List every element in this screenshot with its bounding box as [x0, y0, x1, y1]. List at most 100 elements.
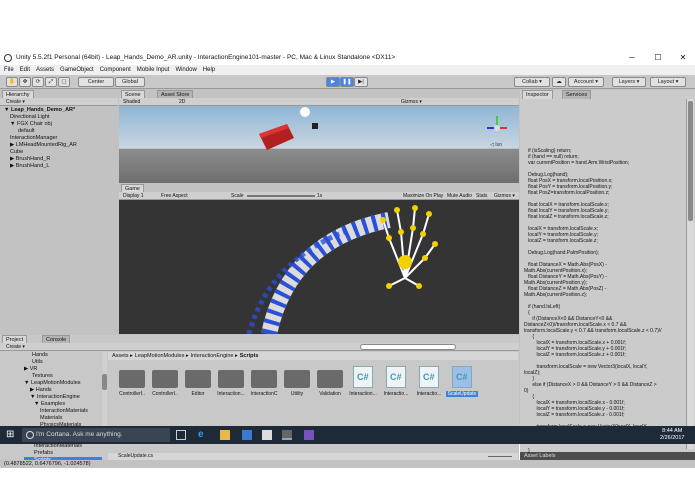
game-viewport[interactable]	[119, 200, 519, 334]
mail-icon[interactable]	[262, 430, 272, 440]
project-tree-item[interactable]: Hands	[24, 352, 102, 359]
task-view-icon[interactable]	[176, 430, 186, 440]
display-dropdown[interactable]: Display 1	[123, 193, 144, 199]
folder-icon[interactable]	[284, 370, 310, 388]
asset-label[interactable]: Interactio...	[413, 391, 445, 397]
hierarchy-item[interactable]: InteractionManager	[4, 135, 116, 142]
windows-start-icon[interactable]: ⊞	[6, 430, 16, 440]
project-create-button[interactable]: Create ▾	[6, 344, 25, 350]
menu-gameobject[interactable]: GameObject	[60, 67, 94, 73]
asset-label[interactable]: ControllerI..	[116, 391, 148, 397]
project-tree-item[interactable]: ▶ VR	[24, 366, 102, 373]
scene-persp-label[interactable]: ◁ Iso	[490, 142, 502, 148]
menu-window[interactable]: Window	[175, 67, 196, 73]
pivot-global-button[interactable]: Global	[115, 77, 145, 87]
asset-label[interactable]: Interactio...	[380, 391, 412, 397]
aspect-dropdown[interactable]: Free Aspect	[161, 192, 188, 200]
tab-services[interactable]: Services	[562, 90, 592, 99]
menu-help[interactable]: Help	[203, 67, 215, 73]
play-button[interactable]: ▶	[326, 77, 340, 87]
2d-toggle[interactable]: 2D	[179, 98, 185, 106]
hierarchy-item[interactable]: Directional Light	[4, 114, 116, 121]
hierarchy-item[interactable]: ▶ BrushHand_L	[4, 163, 116, 170]
project-tree-item[interactable]: Prefabs	[24, 450, 102, 457]
layers-dropdown[interactable]: Layers ▾	[612, 77, 646, 87]
scene-viewport[interactable]: ◁ Iso	[119, 106, 519, 183]
asset-label[interactable]: Interaction...	[347, 391, 379, 397]
asset-label[interactable]: InteractionC	[248, 391, 280, 397]
cloud-icon[interactable]: ☁	[552, 77, 566, 87]
folder-icon[interactable]	[218, 370, 244, 388]
collab-dropdown[interactable]: Collab ▾	[514, 77, 550, 87]
asset-label[interactable]: ControllerI..	[149, 391, 181, 397]
csharp-script-icon[interactable]: C#	[386, 366, 406, 388]
asset-label[interactable]: Interaction...	[215, 391, 247, 397]
stats-toggle[interactable]: Stats	[476, 192, 487, 200]
folder-icon[interactable]	[185, 370, 211, 388]
folder-icon[interactable]	[317, 370, 343, 388]
menu-edit[interactable]: Edit	[20, 67, 30, 73]
folder-icon[interactable]	[152, 370, 178, 388]
hierarchy-item[interactable]: default	[4, 128, 116, 135]
store-icon[interactable]	[242, 430, 252, 440]
asset-label[interactable]: ScaleUpdate	[446, 391, 478, 397]
csharp-script-icon[interactable]: C#	[452, 366, 472, 388]
hierarchy-item[interactable]: Cube	[4, 149, 116, 156]
asset-label[interactable]: Utility	[281, 391, 313, 397]
hierarchy-item[interactable]: ▼ FGX Chair obj	[4, 121, 116, 128]
asset-label[interactable]: Validation	[314, 391, 346, 397]
breadcrumb-item[interactable]: Assets	[112, 353, 129, 359]
visual-studio-icon[interactable]	[304, 430, 314, 440]
icon-size-slider[interactable]	[488, 456, 512, 457]
menu-file[interactable]: File	[4, 67, 14, 73]
hierarchy-item[interactable]: ▼ Leap_Hands_Demo_AR*	[4, 107, 116, 114]
hand-tool-button[interactable]: ✋	[6, 77, 18, 87]
layout-dropdown[interactable]: Layout ▾	[650, 77, 686, 87]
project-tree-item[interactable]: ▼ LeapMotionModules	[24, 380, 102, 387]
asset-label[interactable]: Editor	[182, 391, 214, 397]
scale-tool-button[interactable]: ⤢	[45, 77, 57, 87]
step-button[interactable]: ▶|	[354, 77, 368, 87]
pivot-center-button[interactable]: Center	[78, 77, 114, 87]
csharp-script-icon[interactable]: C#	[419, 366, 439, 388]
inspector-scrollbar[interactable]	[686, 99, 694, 449]
scale-slider[interactable]	[247, 195, 315, 197]
shaded-dropdown[interactable]: Shaded	[123, 99, 140, 105]
hierarchy-item[interactable]: ▶ BrushHand_R	[4, 156, 116, 163]
minimize-button[interactable]: ─	[620, 50, 644, 65]
maximize-on-play-toggle[interactable]: Maximize On Play	[403, 192, 443, 200]
game-gizmos-dropdown[interactable]: Gizmos ▾	[494, 192, 515, 200]
folder-icon[interactable]	[251, 370, 277, 388]
folder-icon[interactable]	[119, 370, 145, 388]
cortana-search-input[interactable]: I'm Cortana. Ask me anything.	[22, 428, 170, 442]
project-tree-item[interactable]: ▼ Examples	[24, 401, 102, 408]
menu-mobile-input[interactable]: Mobile Input	[137, 67, 170, 73]
project-tree-item[interactable]: InteractionMaterials	[24, 443, 102, 450]
breadcrumb-item[interactable]: InteractionEngine	[191, 353, 234, 359]
file-explorer-icon[interactable]	[220, 430, 230, 440]
move-tool-button[interactable]: ✥	[19, 77, 31, 87]
chair-object[interactable]	[312, 123, 318, 129]
unity-taskbar-icon[interactable]	[282, 430, 292, 440]
hierarchy-create-button[interactable]: Create ▾	[6, 99, 25, 105]
project-tree-item[interactable]: ▼ InteractionEngine	[24, 394, 102, 401]
project-tree-item[interactable]: Utils	[24, 359, 102, 366]
rotate-tool-button[interactable]: ⟳	[32, 77, 44, 87]
project-tree-item[interactable]: Materials	[24, 415, 102, 422]
hierarchy-item[interactable]: ▶ LMHeadMountedRig_AR	[4, 142, 116, 149]
menu-assets[interactable]: Assets	[36, 67, 54, 73]
mute-audio-toggle[interactable]: Mute Audio	[447, 192, 472, 200]
project-search-input[interactable]	[360, 344, 456, 350]
breadcrumb-item[interactable]: Scripts	[240, 353, 259, 359]
edge-icon[interactable]: e	[198, 430, 208, 440]
taskbar-clock[interactable]: 8:44 AM 2/26/2017	[660, 428, 684, 442]
csharp-script-icon[interactable]: C#	[353, 366, 373, 388]
pause-button[interactable]: ❚❚	[340, 77, 354, 87]
menu-component[interactable]: Component	[100, 67, 131, 73]
account-dropdown[interactable]: Account ▾	[568, 77, 604, 87]
maximize-button[interactable]: ☐	[646, 50, 670, 65]
project-tree-item[interactable]: Textures	[24, 373, 102, 380]
rect-tool-button[interactable]: ▢	[58, 77, 70, 87]
project-tree-item[interactable]: InteractionMaterials	[24, 408, 102, 415]
tab-inspector[interactable]: Inspector	[522, 90, 553, 99]
